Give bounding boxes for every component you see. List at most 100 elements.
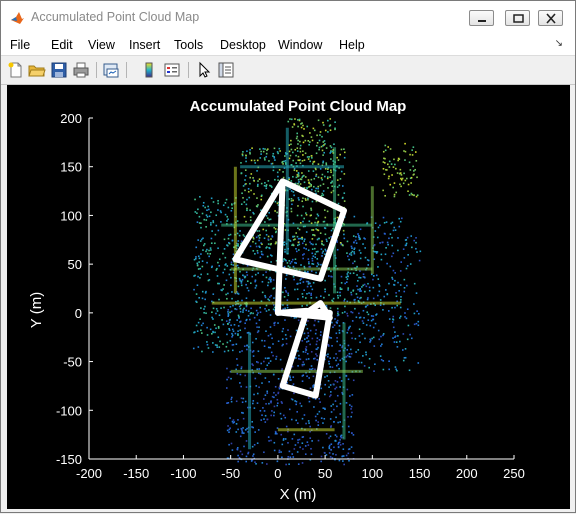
cloud-point — [226, 244, 229, 247]
menu-file[interactable]: File — [10, 38, 30, 52]
cloud-point — [245, 271, 248, 274]
menu-tools[interactable]: Tools — [174, 38, 203, 52]
cloud-point — [322, 446, 324, 449]
cloud-point — [273, 226, 276, 229]
cloud-point — [299, 402, 301, 405]
cloud-point — [199, 277, 201, 279]
close-button[interactable] — [538, 10, 563, 26]
cloud-point — [231, 336, 233, 338]
cloud-point — [325, 433, 328, 435]
open-folder-icon[interactable] — [28, 61, 46, 79]
cloud-point — [399, 340, 401, 343]
cloud-point — [306, 292, 308, 295]
cloud-point — [245, 160, 247, 163]
cloud-point — [392, 166, 395, 168]
cloud-point — [312, 185, 315, 188]
cloud-point — [400, 174, 403, 176]
cloud-point — [403, 286, 406, 289]
cloud-point — [356, 274, 358, 276]
cloud-point — [299, 150, 302, 153]
save-icon[interactable] — [50, 61, 68, 79]
cloud-point — [205, 226, 207, 228]
menu-window[interactable]: Window — [278, 38, 322, 52]
cloud-point — [308, 261, 310, 263]
cloud-point — [394, 163, 396, 166]
cloud-point — [299, 446, 301, 449]
figure-canvas[interactable]: Accumulated Point Cloud Map -200 -150 -100… — [7, 85, 570, 509]
menu-edit[interactable]: Edit — [51, 38, 73, 52]
new-figure-icon[interactable] — [7, 61, 25, 79]
cloud-point — [379, 355, 382, 357]
cloud-point — [379, 304, 382, 307]
cloud-point — [289, 456, 292, 459]
cloud-point — [212, 342, 214, 344]
menu-insert[interactable]: Insert — [129, 38, 160, 52]
cloud-point — [254, 273, 257, 276]
cloud-point — [226, 265, 229, 267]
menu-view[interactable]: View — [88, 38, 115, 52]
cloud-point — [343, 151, 346, 154]
cloud-point — [210, 242, 213, 244]
cloud-point — [252, 364, 254, 367]
cloud-point — [364, 247, 366, 249]
cloud-point — [245, 297, 248, 299]
cloud-point — [281, 330, 284, 333]
cloud-point — [334, 440, 336, 442]
cloud-point — [317, 185, 320, 188]
cloud-point — [330, 405, 333, 407]
cloud-point — [388, 237, 390, 240]
cloud-point — [264, 414, 267, 417]
menu-dock-arrow-icon[interactable]: ↘ — [555, 38, 563, 49]
cloud-point — [296, 174, 299, 176]
cloud-point — [365, 305, 367, 308]
point-cloud-plot[interactable]: Accumulated Point Cloud Map -200 -150 -100… — [7, 85, 570, 509]
cloud-point — [332, 326, 334, 328]
cloud-point — [288, 450, 291, 453]
cloud-point — [290, 207, 293, 210]
insert-legend-icon[interactable] — [163, 61, 181, 79]
cloud-point — [353, 251, 355, 253]
insert-colorbar-icon[interactable] — [140, 61, 158, 79]
cloud-point — [331, 180, 333, 183]
cloud-point — [335, 332, 338, 335]
cloud-point — [404, 348, 407, 350]
cloud-point — [313, 129, 316, 132]
cloud-point — [224, 264, 227, 266]
cloud-point — [214, 331, 216, 334]
cloud-point — [213, 324, 216, 326]
cloud-point — [332, 403, 334, 406]
minimize-button[interactable] — [469, 10, 494, 26]
cloud-point — [237, 419, 239, 421]
cloud-point — [201, 212, 204, 215]
print-icon[interactable] — [72, 61, 90, 79]
cloud-point — [388, 360, 390, 363]
cloud-point — [242, 417, 245, 420]
cloud-point — [359, 341, 361, 344]
menu-help[interactable]: Help — [339, 38, 365, 52]
cloud-point — [319, 131, 322, 133]
cloud-point — [307, 198, 309, 201]
link-plot-icon[interactable] — [102, 61, 120, 79]
cloud-point — [299, 178, 302, 180]
maximize-button[interactable] — [505, 10, 530, 26]
cloud-point — [239, 307, 242, 310]
property-inspector-icon[interactable] — [217, 61, 235, 79]
cloud-point — [290, 139, 292, 142]
cloud-point — [324, 227, 327, 230]
cloud-point — [324, 129, 327, 132]
cloud-point — [288, 463, 290, 466]
cloud-point — [203, 218, 206, 221]
cloud-point — [273, 373, 275, 376]
cloud-point — [340, 282, 343, 284]
cloud-point — [343, 156, 346, 159]
cloud-point — [193, 331, 196, 333]
cloud-point — [292, 265, 295, 268]
edit-plot-arrow-icon[interactable] — [195, 61, 213, 79]
cloud-point — [199, 240, 202, 242]
cloud-point — [203, 243, 206, 245]
cloud-point — [294, 118, 296, 120]
cloud-point — [324, 393, 326, 396]
cloud-point — [328, 444, 331, 447]
menu-desktop[interactable]: Desktop — [220, 38, 266, 52]
cloud-point — [231, 344, 234, 346]
